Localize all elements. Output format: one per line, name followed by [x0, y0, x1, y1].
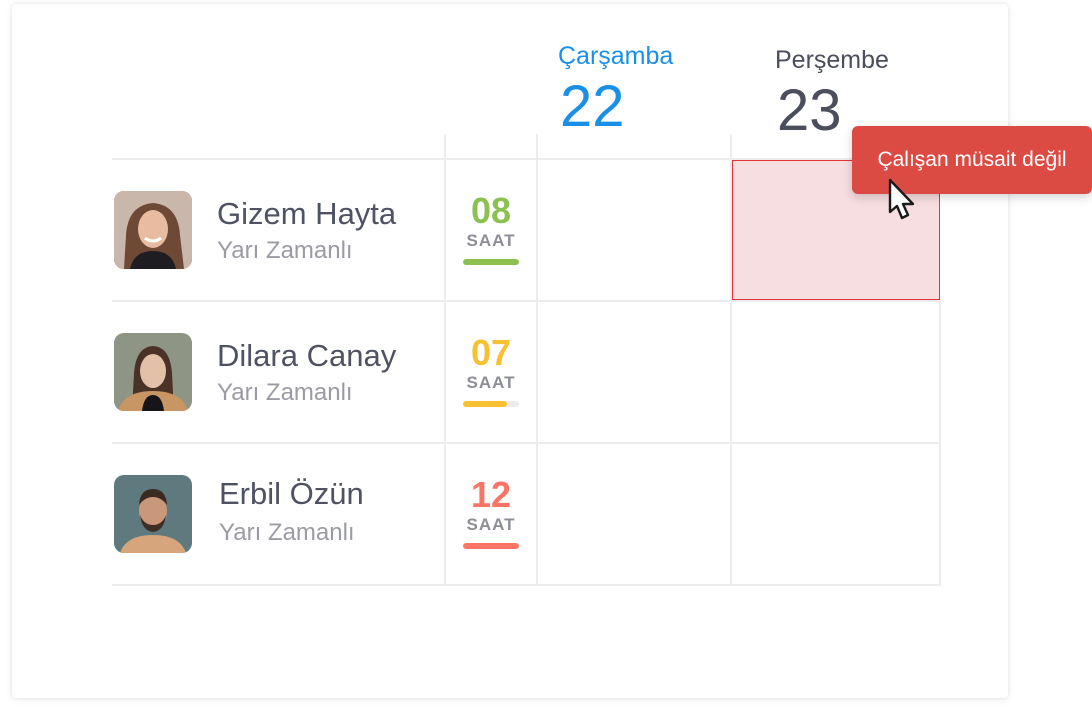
employee-row-gizem-hayta[interactable]: Gizem Hayta Yarı Zamanlı: [114, 160, 444, 302]
hours-progress-bar: [463, 259, 519, 265]
hours-progress-bar: [463, 543, 519, 549]
schedule-cell-erbil-thursday[interactable]: [732, 444, 939, 584]
employee-name: Erbil Özün: [219, 476, 364, 511]
employee-row-dilara-canay[interactable]: Dilara Canay Yarı Zamanlı: [114, 302, 444, 444]
employee-role: Yarı Zamanlı: [217, 237, 353, 264]
hours-progress-bar: [463, 401, 519, 407]
hours-summary: 12 SAAT: [463, 474, 519, 549]
day-name: Çarşamba: [558, 42, 674, 70]
grid-line: [444, 134, 446, 585]
schedule-cell-gizem-wednesday[interactable]: [538, 160, 730, 300]
hours-unit: SAAT: [466, 373, 516, 392]
employee-name: Dilara Canay: [217, 338, 397, 373]
employee-row-erbil-ozun[interactable]: Erbil Özün Yarı Zamanlı: [114, 444, 444, 586]
hours-unit: SAAT: [466, 231, 516, 250]
avatar: [114, 191, 192, 269]
day-date: 23: [777, 78, 842, 143]
avatar: [114, 475, 192, 553]
hand-pointer-icon: [888, 178, 915, 220]
employee-name: Gizem Hayta: [217, 196, 397, 231]
schedule-cell-dilara-thursday[interactable]: [732, 302, 939, 442]
tooltip-text: Çalışan müsait değil: [877, 148, 1067, 171]
employee-role: Yarı Zamanlı: [219, 519, 355, 546]
grid-line: [939, 300, 941, 585]
day-name: Perşembe: [775, 46, 889, 74]
schedule-cell-erbil-wednesday[interactable]: [538, 444, 730, 584]
hours-value: 07: [470, 332, 512, 373]
avatar: [114, 333, 192, 411]
hours-summary: 08 SAAT: [463, 190, 519, 265]
schedule-cell-dilara-wednesday[interactable]: [538, 302, 730, 442]
day-date: 22: [560, 74, 625, 139]
hours-summary: 07 SAAT: [463, 332, 519, 407]
employee-role: Yarı Zamanlı: [217, 379, 353, 406]
hours-unit: SAAT: [466, 515, 516, 534]
hours-value: 08: [470, 190, 512, 231]
hours-value: 12: [470, 474, 512, 515]
